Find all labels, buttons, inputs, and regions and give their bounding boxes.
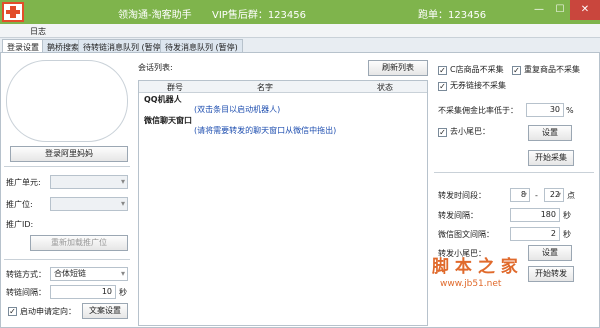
title-bar: 领淘通-淘客助手 VIP售后群：123456 跑单：123456 — ☐ ✕: [0, 0, 600, 24]
auto-apply-checkbox[interactable]: ✓: [8, 307, 17, 316]
auto-apply-label: 启动申请定向：: [20, 307, 76, 316]
app-logo-icon: [2, 2, 24, 22]
promo-position-select[interactable]: [50, 197, 128, 211]
row-qq-robot-hint: (双击条目以启动机器人): [194, 105, 281, 114]
wechat-interval-label: 微信图文间隔：: [438, 230, 494, 239]
login-alimama-button[interactable]: 登录阿里妈妈: [10, 146, 128, 162]
forward-interval-label: 转发间隔：: [438, 211, 478, 220]
close-button[interactable]: ✕: [570, 0, 600, 20]
tail-checkbox[interactable]: ✓: [438, 128, 447, 137]
forward-interval-unit: 秒: [563, 211, 571, 220]
min-commission-unit: %: [566, 106, 574, 115]
tail-label: 去小尾巴：: [450, 127, 490, 136]
start-forward-button[interactable]: 开始转发: [528, 266, 574, 282]
divider: [434, 172, 594, 173]
no-coupon-label: 无券链接不采集: [450, 81, 506, 90]
tail-settings-button[interactable]: 设置: [528, 125, 572, 141]
divider: [4, 259, 130, 260]
watermark-url: www.jb51.net: [440, 279, 502, 289]
forward-time-dash: -: [535, 191, 538, 200]
forward-time-to[interactable]: 22: [544, 188, 564, 202]
col-group: 群号: [167, 83, 183, 92]
c-store-checkbox[interactable]: ✓: [438, 66, 447, 75]
divider: [4, 166, 130, 167]
forward-time-unit: 点: [567, 191, 575, 200]
menu-log[interactable]: 日志: [30, 26, 46, 37]
session-list-label: 会话列表:: [138, 63, 173, 72]
add-tail-settings-button[interactable]: 设置: [528, 245, 572, 261]
c-store-label: C店商品不采集: [450, 65, 504, 74]
avatar-placeholder: [6, 60, 128, 142]
promo-unit-select[interactable]: [50, 175, 128, 189]
no-coupon-checkbox[interactable]: ✓: [438, 82, 447, 91]
convert-mode-label: 转链方式：: [6, 270, 46, 279]
forward-time-label: 转发时间段：: [438, 191, 486, 200]
convert-mode-select[interactable]: 合体短链: [50, 267, 128, 281]
convert-interval-label: 转链间隔：: [6, 288, 46, 297]
member-text: 跑单：123456: [418, 10, 487, 21]
forward-interval-input[interactable]: 180: [510, 208, 560, 222]
promo-unit-label: 推广单元:: [6, 178, 41, 187]
copy-settings-button[interactable]: 文案设置: [82, 303, 128, 319]
row-wechat-window-hint: (请将需要转发的聊天窗口从微信中拖出): [194, 126, 337, 135]
refresh-list-button[interactable]: 刷新列表: [368, 60, 428, 76]
row-qq-robot[interactable]: QQ机器人: [144, 94, 182, 106]
menu-bar: 日志: [0, 24, 600, 38]
watermark-brand: 脚 本 之 家: [432, 257, 518, 277]
tab-convert-queue[interactable]: 待转链消息队列 (暂停): [78, 39, 169, 52]
tab-bar: 登录设置 鹊桥搜索 待转链消息队列 (暂停) 待发消息队列 (暂停): [0, 38, 600, 52]
wechat-interval-input[interactable]: 2: [510, 227, 560, 241]
tab-login-settings[interactable]: 登录设置: [2, 39, 44, 52]
vip-group-text: VIP售后群：123456: [212, 10, 306, 21]
forward-time-from[interactable]: 8: [510, 188, 530, 202]
app-title: 领淘通-淘客助手: [118, 10, 192, 21]
row-wechat-window[interactable]: 微信聊天窗口: [144, 115, 192, 127]
reload-position-button[interactable]: 重新加载推广位: [30, 235, 128, 251]
start-collect-button[interactable]: 开始采集: [528, 150, 574, 166]
col-name: 名字: [257, 83, 273, 92]
maximize-button[interactable]: ☐: [550, 0, 570, 20]
wechat-interval-unit: 秒: [563, 230, 571, 239]
col-status: 状态: [377, 83, 393, 92]
promo-id-label: 推广ID:: [6, 220, 34, 229]
convert-interval-input[interactable]: 10: [50, 285, 116, 299]
table-header: 群号 名字 状态: [139, 81, 427, 93]
dup-checkbox[interactable]: ✓: [512, 66, 521, 75]
min-commission-input[interactable]: 30: [526, 103, 564, 117]
promo-position-label: 推广位:: [6, 200, 33, 209]
tab-send-queue[interactable]: 待发消息队列 (暂停): [160, 39, 243, 52]
min-commission-label: 不采集佣金比率低于：: [438, 106, 518, 115]
minimize-button[interactable]: —: [528, 0, 550, 20]
dup-label: 重复商品不采集: [524, 65, 580, 74]
convert-interval-unit: 秒: [119, 288, 127, 297]
